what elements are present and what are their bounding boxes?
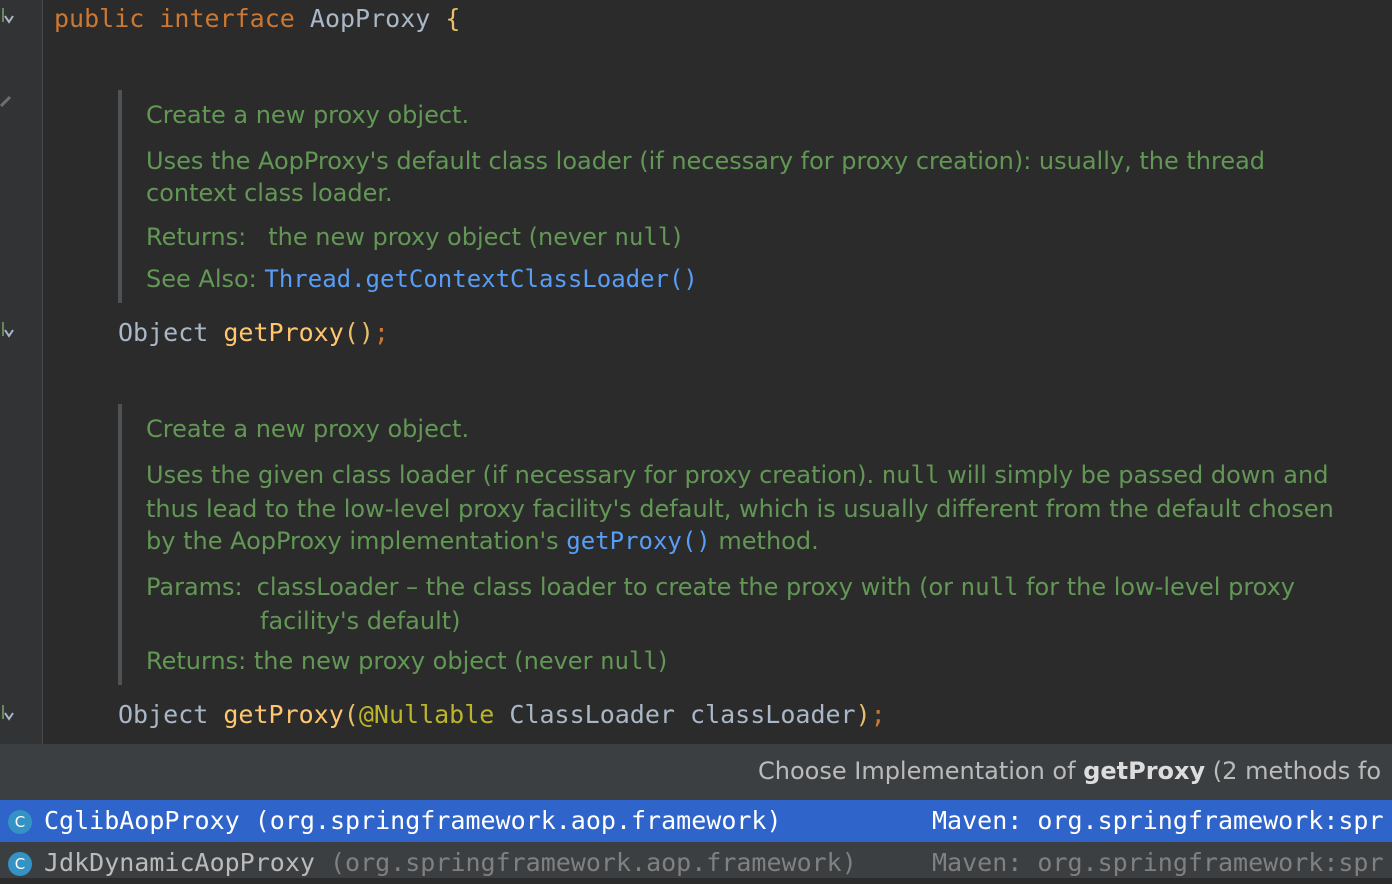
null-literal: null [600,647,658,675]
see-also-link[interactable]: Thread.getContextClassLoader() [264,265,697,293]
doc-text: by the AopProxy implementation's [146,527,567,555]
edit-pencil-icon[interactable] [0,92,14,114]
doc-body-line: Uses the given class loader (if necessar… [146,459,1328,491]
nullable-annotation: @Nullable [358,700,495,729]
doc-params: Params: classLoader – the class loader to… [146,571,1295,603]
returns-text: the new proxy object (never [268,223,615,251]
package-name: (org.springframework.aop.framework) [314,848,857,877]
params-text: classLoader – the class loader to create… [256,573,961,601]
returns-text: the new proxy object (never [253,647,601,675]
implementation-label: CglibAopProxy (org.springframework.aop.f… [44,804,782,838]
returns-end: ) [657,647,668,675]
doc-returns: Returns: the new proxy object (never null… [146,221,682,253]
method-getproxy-classloader[interactable]: Object getProxy(@Nullable ClassLoader cl… [118,700,886,730]
params-label: Params: [146,573,243,601]
null-literal: null [960,573,1019,601]
interface-name[interactable]: AopProxy [310,4,430,33]
javadoc-getproxy-classloader: Create a new proxy object. Uses the give… [118,404,1334,685]
doc-summary: Create a new proxy object. [146,415,470,443]
doc-params-continued: facility's default) [260,607,461,635]
method-name[interactable]: getProxy [223,318,343,347]
implemented-down-arrow-icon[interactable] [0,320,14,342]
see-also-label: See Also: [146,265,257,293]
maven-source: Maven: org.springframework:spr [932,848,1384,877]
null-literal: null [614,223,673,251]
class-name: JdkDynamicAopProxy [44,848,315,877]
doc-see-also: See Also: Thread.getContextClassLoader() [146,263,698,295]
returns-label: Returns: [146,647,247,675]
method-parens: () [343,318,374,347]
param-name: classLoader [690,700,856,729]
implementation-label: JdkDynamicAopProxy (org.springframework.… [44,846,857,880]
param-type: ClassLoader [509,700,675,729]
popup-title-prefix: Choose Implementation of [758,757,1084,785]
package-name: (org.springframework.aop.framework) [239,806,782,835]
close-paren: ) [855,700,871,729]
getproxy-link[interactable]: getProxy() [566,527,711,555]
semicolon: ; [373,318,389,347]
method-name[interactable]: getProxy [223,700,343,729]
return-type: Object [118,700,209,729]
doc-text: method. [710,527,819,555]
popup-title-method: getProxy [1083,757,1206,785]
class-name: CglibAopProxy [44,806,240,835]
interface-declaration[interactable]: public interface AopProxy { [54,4,460,34]
returns-label: Returns: [146,223,247,251]
doc-summary: Create a new proxy object. [146,101,470,129]
popup-title-suffix: (2 methods fo [1205,757,1382,785]
class-icon: C [8,810,32,834]
implemented-down-arrow-icon[interactable] [0,703,14,725]
implementation-item-cglibaopproxy[interactable]: C CglibAopProxy (org.springframework.aop… [0,800,1392,842]
keyword-interface: interface [159,4,295,33]
class-icon: C [8,852,32,876]
doc-body-line: Uses the AopProxy's default class loader… [146,147,1266,175]
doc-body-line: by the AopProxy implementation's getProx… [146,525,819,557]
doc-text: will simply be passed down and [939,461,1329,489]
method-getproxy[interactable]: Object getProxy(); [118,318,389,348]
open-paren: ( [343,700,359,729]
params-text: for the low-level proxy [1018,573,1296,601]
gutter-divider [42,0,43,744]
semicolon: ; [870,700,886,729]
javadoc-getproxy: Create a new proxy object. Uses the AopP… [118,90,1265,303]
doc-text: Uses the given class loader (if necessar… [146,461,882,489]
return-type: Object [118,318,209,347]
popup-title: Choose Implementation of getProxy (2 met… [758,754,1381,788]
doc-body-line: thus lead to the low-level proxy facilit… [146,495,1334,523]
doc-body-line: context class loader. [146,179,393,207]
open-brace: { [445,4,461,33]
returns-end: ) [672,223,682,251]
choose-implementation-popup: Choose Implementation of getProxy (2 met… [0,744,1392,878]
implemented-down-arrow-icon[interactable] [0,6,14,28]
null-literal: null [881,461,940,489]
maven-source: Maven: org.springframework:spr [932,806,1384,835]
doc-returns: Returns: the new proxy object (never nul… [146,645,667,677]
keyword-public: public [54,4,145,33]
